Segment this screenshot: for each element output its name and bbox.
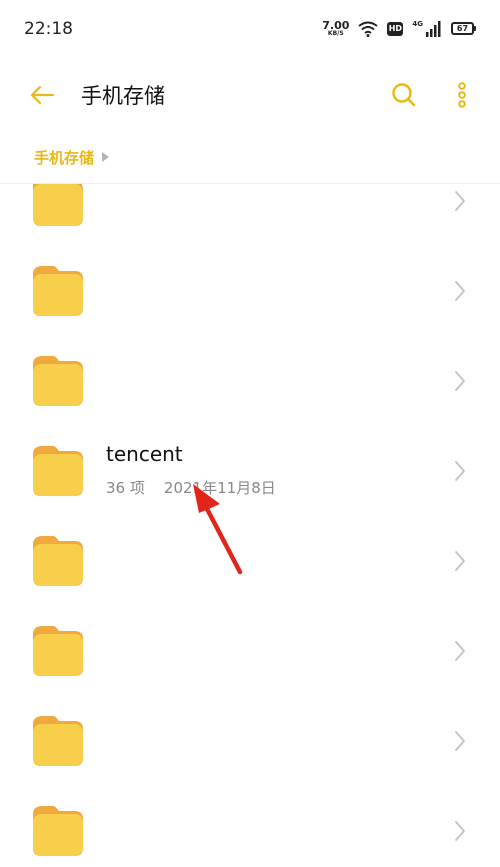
app-bar: 手机存储 bbox=[0, 60, 500, 130]
folder-icon bbox=[33, 536, 83, 586]
network-speed: 7.00 KB/S bbox=[322, 20, 349, 37]
breadcrumb-item[interactable]: 手机存储 bbox=[34, 147, 94, 168]
signal-icon: 4G bbox=[412, 19, 442, 37]
chevron-right-icon bbox=[455, 371, 465, 391]
network-type: 4G bbox=[412, 19, 423, 28]
folder-row[interactable] bbox=[0, 786, 500, 867]
status-icons: 7.00 KB/S HD 4G 67 bbox=[322, 20, 476, 37]
back-arrow-icon bbox=[30, 85, 55, 105]
folder-row[interactable] bbox=[0, 606, 500, 696]
folder-meta: 36 项 2021年11月8日 bbox=[106, 479, 276, 497]
folder-icon bbox=[33, 184, 83, 226]
folder-row[interactable] bbox=[0, 246, 500, 336]
folder-icon bbox=[33, 446, 83, 496]
chevron-right-icon bbox=[455, 551, 465, 571]
folder-icon bbox=[33, 266, 83, 316]
folder-row[interactable] bbox=[0, 696, 500, 786]
breadcrumb: 手机存储 bbox=[34, 145, 110, 169]
folder-row[interactable] bbox=[0, 184, 500, 246]
folder-icon bbox=[33, 356, 83, 406]
chevron-right-icon bbox=[455, 281, 465, 301]
folder-icon bbox=[33, 806, 83, 856]
folder-icon bbox=[33, 626, 83, 676]
folder-icon bbox=[33, 716, 83, 766]
chevron-right-icon bbox=[455, 461, 465, 481]
folder-row[interactable] bbox=[0, 516, 500, 606]
status-bar: 22:18 7.00 KB/S HD 4G 67 bbox=[0, 0, 500, 60]
chevron-right-icon bbox=[455, 641, 465, 661]
status-time: 22:18 bbox=[24, 19, 73, 39]
folder-row[interactable] bbox=[0, 336, 500, 426]
file-list: tencent 36 项 2021年11月8日 bbox=[0, 184, 500, 867]
more-vertical-icon bbox=[458, 82, 466, 108]
search-button[interactable] bbox=[385, 76, 423, 114]
chevron-right-icon bbox=[455, 191, 465, 211]
back-button[interactable] bbox=[24, 78, 60, 112]
chevron-right-icon bbox=[455, 821, 465, 841]
search-icon bbox=[392, 83, 416, 107]
chevron-right-icon bbox=[455, 731, 465, 751]
folder-name: tencent bbox=[106, 442, 183, 466]
battery-icon: 67 bbox=[451, 22, 476, 35]
page-title: 手机存储 bbox=[81, 84, 165, 108]
folder-row-tencent[interactable]: tencent 36 项 2021年11月8日 bbox=[0, 426, 500, 516]
wifi-icon bbox=[358, 21, 378, 37]
more-options-button[interactable] bbox=[447, 76, 477, 114]
breadcrumb-arrow-icon bbox=[102, 152, 110, 162]
battery-level: 67 bbox=[451, 22, 474, 35]
hd-icon: HD bbox=[387, 21, 404, 36]
network-speed-unit: KB/S bbox=[327, 30, 344, 37]
